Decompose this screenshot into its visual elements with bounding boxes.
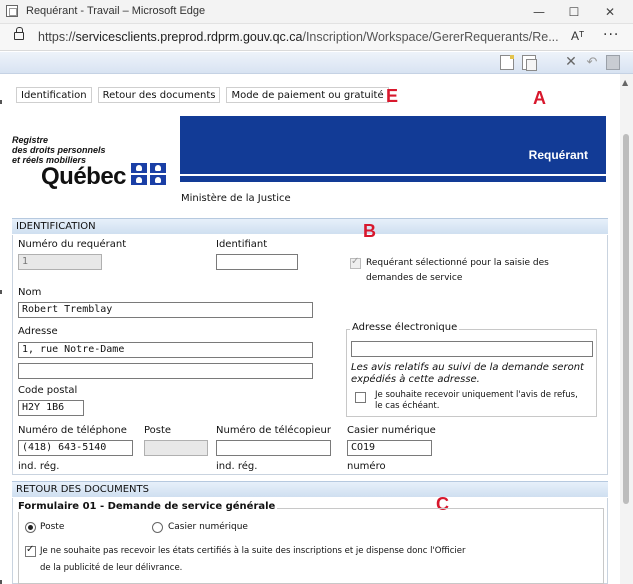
annotation-a: A (533, 88, 546, 108)
edge-mark (0, 580, 2, 584)
annotation-e: E (386, 86, 399, 106)
poste-field (144, 440, 208, 456)
identifiant-field[interactable] (216, 254, 298, 270)
nom-field[interactable]: Robert Tremblay (18, 302, 313, 318)
logo-line-2: des droits personnels (12, 145, 106, 155)
new-document-icon[interactable] (500, 55, 514, 70)
adresse-electronique-legend: Adresse électronique (350, 322, 460, 333)
email-note-line-1: Les avis relatifs au suivi de la demande… (351, 362, 584, 373)
read-aloud-icon[interactable]: Aᵀ (571, 29, 584, 43)
requerant-selectionne-label-1: Requérant sélectionné pour la saisie des (366, 258, 549, 268)
fleur-de-lis-icon (155, 165, 161, 171)
window-title-bar: Requérant - Travail – Microsoft Edge — ☐… (0, 0, 633, 24)
casier-numerique-field[interactable]: CO19 (347, 440, 432, 456)
quebec-logo-word: Québec (41, 163, 127, 190)
url-host: servicesclients.preprod.rdprm.gouv.qc.ca (75, 30, 303, 44)
tab-identification[interactable]: Identification (16, 87, 92, 103)
registry-logo-text: Registre des droits personnels et réels … (12, 135, 106, 165)
logo-line-1: Registre (12, 135, 49, 145)
quebec-flag-icon (131, 163, 166, 185)
retour-poste-label: Poste (40, 522, 65, 532)
page-toolbar: ✕ ↶ (0, 52, 633, 74)
vertical-scrollbar[interactable]: ▲ (620, 74, 633, 584)
tab-retour-documents[interactable]: Retour des documents (97, 87, 221, 103)
copy-icon[interactable] (522, 55, 537, 71)
avis-refus-label-2: le cas échéant. (375, 401, 440, 411)
telephone-field[interactable]: (418) 643-5140 (18, 440, 133, 456)
url-path: /Inscription/Workspace/GererRequerants/R… (302, 30, 559, 44)
fleur-de-lis-icon (155, 177, 161, 183)
section-header-identification: IDENTIFICATION (12, 218, 608, 234)
close-icon[interactable]: ✕ (564, 55, 578, 70)
banner-divider (180, 174, 606, 176)
address-bar[interactable]: https://servicesclients.preprod.rdprm.go… (0, 24, 633, 51)
fleur-de-lis-icon (136, 177, 142, 183)
app-window-icon (6, 5, 18, 17)
numero-requerant-label: Numéro du requérant (18, 239, 127, 250)
adresse-line2-field[interactable] (18, 363, 313, 379)
undo-icon[interactable]: ↶ (585, 55, 599, 70)
section-header-retour-documents: RETOUR DES DOCUMENTS (12, 481, 608, 497)
adresse-label: Adresse (18, 326, 58, 337)
adresse-line1-field[interactable]: 1, rue Notre-Dame (18, 342, 313, 358)
fleur-de-lis-icon (136, 165, 142, 171)
requerant-selectionne-checkbox (350, 256, 361, 269)
telephone-label: Numéro de téléphone (18, 425, 127, 436)
url-text[interactable]: https://servicesclients.preprod.rdprm.go… (38, 30, 559, 44)
casier-numerique-hint: numéro (347, 461, 386, 472)
dispense-delivrance-checkbox[interactable] (25, 544, 36, 557)
dispense-label-1: Je ne souhaite pas recevoir les états ce… (40, 546, 466, 556)
banner-title: Requérant (528, 148, 588, 162)
telephone-hint: ind. rég. (18, 461, 60, 472)
lock-icon[interactable] (14, 27, 24, 40)
telecopieur-label: Numéro de télécopieur (216, 425, 331, 436)
flag-cross-horizontal (131, 173, 166, 175)
maximize-button[interactable]: ☐ (561, 2, 587, 22)
code-postal-label: Code postal (18, 385, 78, 396)
tab-mode-paiement[interactable]: Mode de paiement ou gratuité (226, 87, 389, 103)
dispense-label-2: de la publicité de leur délivrance. (40, 563, 183, 573)
numero-requerant-field: 1 (18, 254, 102, 270)
url-scheme: https:// (38, 30, 76, 44)
edge-mark (0, 100, 2, 104)
email-note-line-2: expédiés à cette adresse. (351, 374, 480, 385)
save-icon[interactable] (606, 55, 620, 70)
edge-mark (0, 290, 2, 294)
telecopieur-hint: ind. rég. (216, 461, 258, 472)
scroll-thumb[interactable] (623, 134, 629, 504)
avis-refus-checkbox[interactable] (355, 392, 366, 403)
adresse-electronique-field[interactable] (351, 341, 593, 357)
ministry-label: Ministère de la Justice (181, 193, 291, 204)
close-window-button[interactable]: ✕ (597, 2, 623, 22)
more-options-icon[interactable]: ··· (603, 27, 619, 43)
scroll-up-icon[interactable]: ▲ (622, 78, 628, 87)
avis-refus-label-1: Je souhaite recevoir uniquement l'avis d… (375, 390, 578, 400)
retour-casier-radio[interactable] (152, 522, 163, 533)
nom-label: Nom (18, 287, 42, 298)
poste-label: Poste (144, 425, 172, 436)
window-title: Requérant - Travail – Microsoft Edge (26, 5, 206, 17)
minimize-button[interactable]: — (526, 2, 552, 22)
formulaire-01-legend: Formulaire 01 - Demande de service génér… (16, 501, 278, 512)
tab-bar: Identification Retour des documents Mode… (16, 87, 389, 105)
requerant-selectionne-label-2: demandes de service (366, 273, 463, 283)
header-banner: Requérant (180, 116, 606, 182)
retour-poste-radio[interactable] (25, 522, 36, 533)
retour-casier-label: Casier numérique (168, 522, 248, 532)
casier-numerique-label: Casier numérique (347, 425, 436, 436)
code-postal-field[interactable]: H2Y 1B6 (18, 400, 84, 416)
identifiant-label: Identifiant (216, 239, 268, 250)
telecopieur-field[interactable] (216, 440, 331, 456)
